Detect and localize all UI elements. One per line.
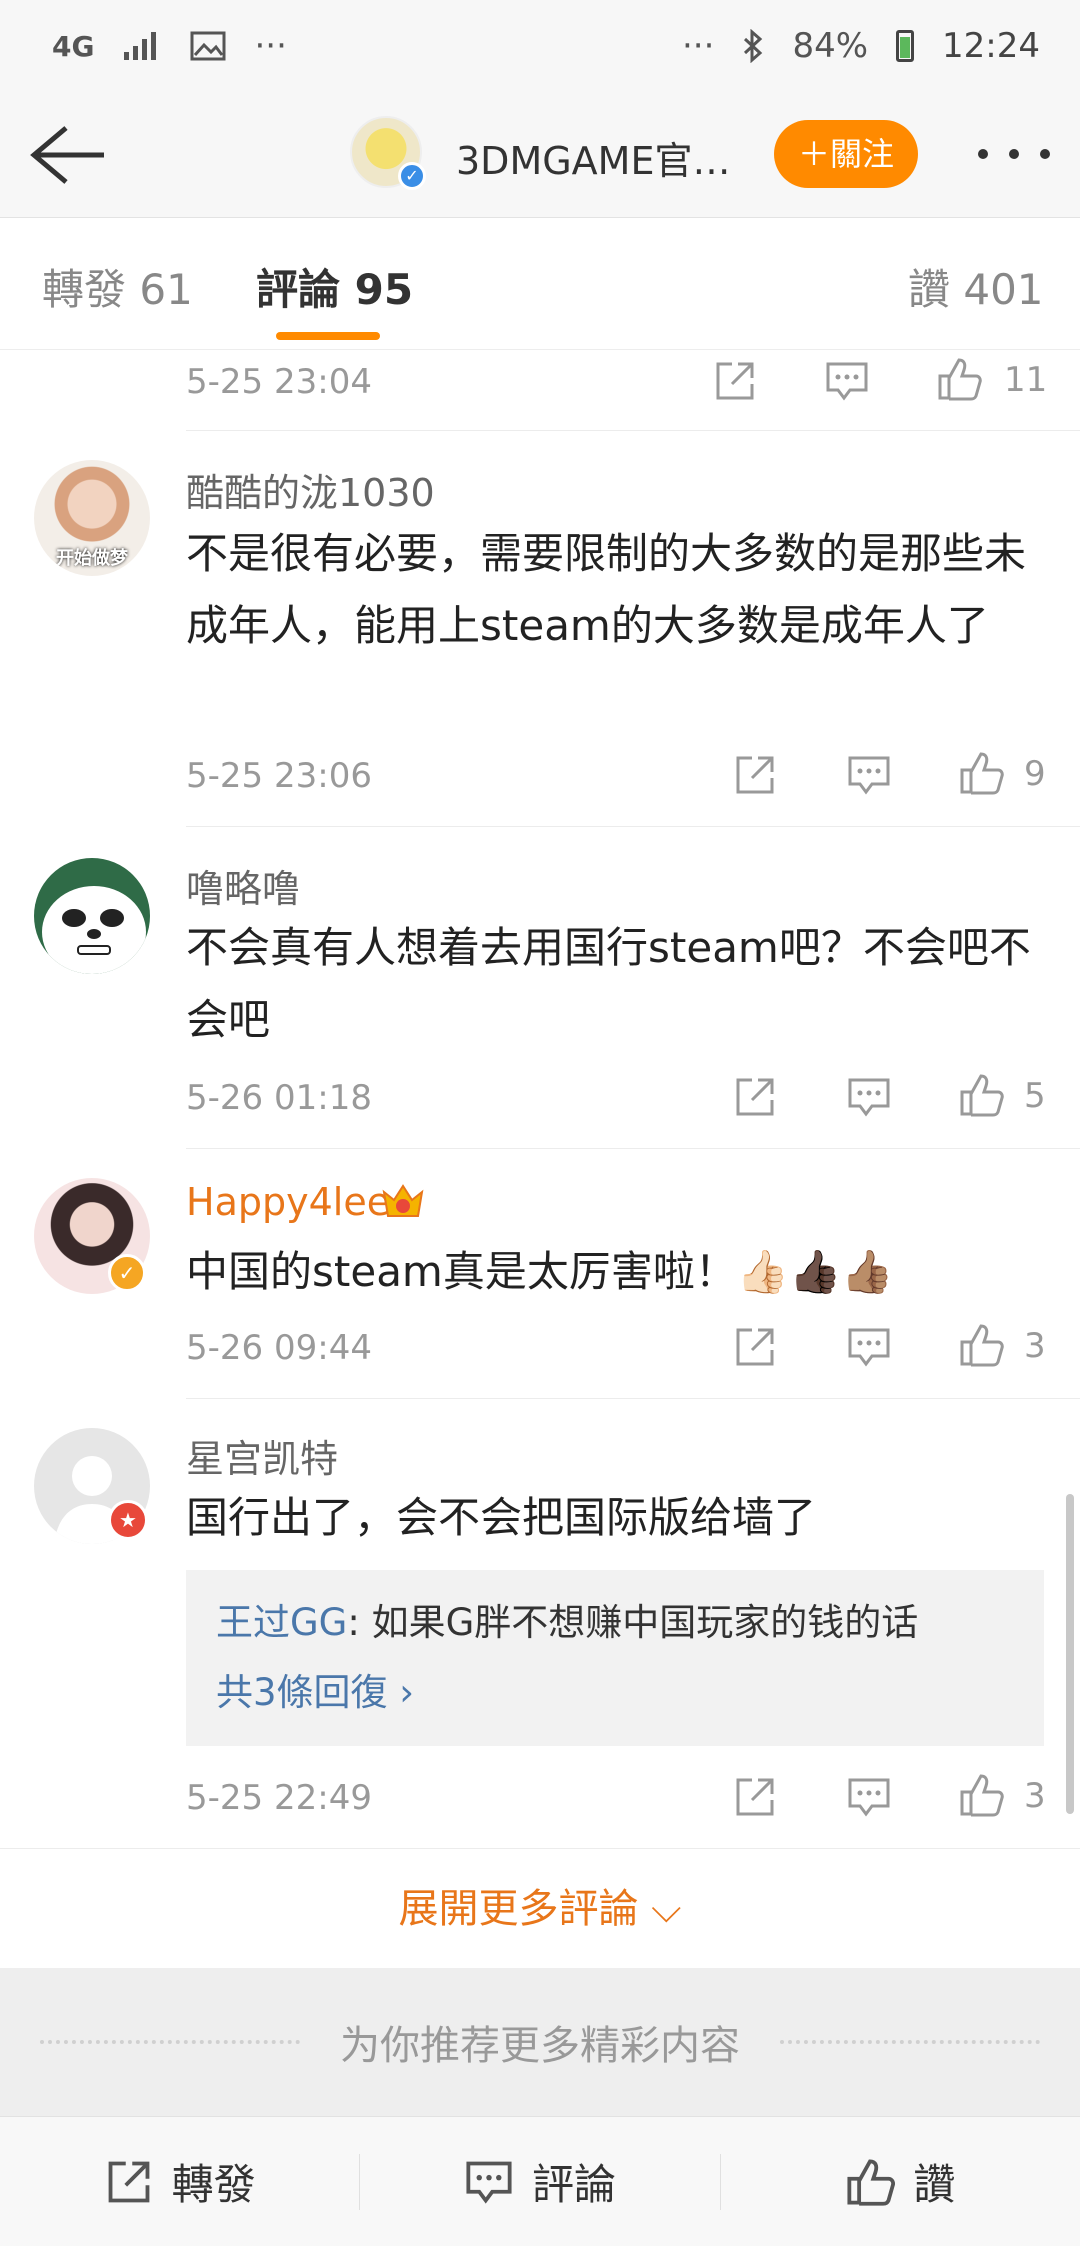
status-bar: 4G ··· ··· 84% 12:24 — [0, 0, 1080, 92]
panda-avatar-icon — [42, 886, 146, 974]
like-count: 3 — [1024, 1326, 1046, 1366]
star-badge-icon: ★ — [108, 1500, 148, 1540]
network-indicator: 4G — [52, 29, 95, 63]
bottom-like-label: 讚 — [913, 2160, 956, 2209]
comment-username[interactable]: 噜略噜 — [186, 858, 300, 913]
like-count: 3 — [1024, 1776, 1046, 1816]
bottom-action-bar: 轉發 評論 讚 — [0, 2116, 1080, 2246]
reply-preview-box[interactable]: 王过GG: 如果G胖不想赚中国玩家的钱的话 共3條回復 › — [186, 1570, 1044, 1746]
bottom-like-button[interactable]: 讚 — [721, 2151, 1080, 2212]
signal-icon — [124, 32, 157, 60]
repost-icon[interactable] — [732, 1324, 778, 1370]
bottom-comment-label: 評論 — [531, 2160, 616, 2209]
comment-meta: 5-25 22:49 — [186, 1768, 1046, 1828]
like-count: 9 — [1024, 754, 1046, 794]
recommend-divider: 为你推荐更多精彩内容 — [0, 1968, 1080, 2116]
divider — [186, 430, 1080, 431]
divider — [186, 1398, 1080, 1399]
account-title[interactable]: 3DMGAME官… — [456, 130, 730, 185]
divider — [186, 1148, 1080, 1149]
crown-badge-icon — [382, 1184, 424, 1217]
tab-comments[interactable]: 評論 95 — [256, 256, 413, 317]
clock: 12:24 — [942, 26, 1040, 66]
comment-meta: 5-26 01:18 — [186, 1068, 1046, 1128]
comment-text: 不会真有人想着去用国行steam吧？不会吧不会吧 — [186, 923, 1031, 1044]
comment-text: 不是很有必要，需要限制的大多数的是那些未成年人，能用上steam的大多数是成年人… — [186, 529, 1027, 650]
like-icon[interactable] — [958, 750, 1004, 796]
bottom-repost-label: 轉發 — [171, 2160, 256, 2209]
scrollbar[interactable] — [1066, 1494, 1074, 1814]
comment-time: 5-25 23:04 — [186, 362, 372, 402]
comment-icon — [466, 2161, 512, 2204]
avatar-caption: 开始做梦 — [56, 548, 128, 569]
reply-text: : 如果G胖不想赚中国玩家的钱的话 — [347, 1601, 919, 1644]
like-icon[interactable] — [958, 1322, 1004, 1368]
comment-meta: 5-26 09:44 — [186, 1318, 1046, 1378]
follow-button[interactable]: ＋關注 — [774, 120, 918, 188]
divider — [186, 826, 1080, 827]
bottom-repost-button[interactable]: 轉發 — [0, 2151, 359, 2212]
battery-percent: 84% — [792, 26, 869, 66]
like-icon — [847, 2158, 896, 2206]
comment-text: 中国的steam真是太厉害啦！👍🏻👍🏿👍🏽 — [186, 1247, 894, 1296]
comment-icon[interactable] — [846, 1324, 892, 1370]
like-count: 11 — [1004, 360, 1048, 400]
status-more-dots: ··· — [254, 26, 287, 66]
active-tab-indicator — [276, 332, 380, 340]
comment-icon[interactable] — [824, 358, 870, 404]
comment-username[interactable]: 酷酷的泷1030 — [186, 462, 435, 517]
view-replies-link[interactable]: 共3條回復 › — [216, 1662, 414, 1716]
bluetooth-icon — [744, 29, 763, 63]
repost-icon[interactable] — [732, 1774, 778, 1820]
comment-time: 5-26 09:44 — [186, 1328, 372, 1368]
avatar[interactable]: 开始做梦 — [34, 460, 150, 576]
repost-icon[interactable] — [732, 1074, 778, 1120]
tab-repost[interactable]: 轉發 61 — [42, 256, 193, 317]
back-arrow-icon[interactable] — [28, 120, 108, 190]
reply-line: 王过GG: 如果G胖不想赚中国玩家的钱的话 — [216, 1592, 918, 1646]
reply-username[interactable]: 王过GG — [216, 1601, 347, 1644]
more-options-icon[interactable] — [978, 136, 1050, 172]
load-more-comments-button[interactable]: 展開更多評論 ⌵ — [0, 1848, 1080, 1968]
comment-icon[interactable] — [846, 1774, 892, 1820]
comment-icon[interactable] — [846, 1074, 892, 1120]
dotted-line — [780, 2040, 1040, 2044]
comment-icon[interactable] — [846, 752, 892, 798]
dotted-line — [40, 2040, 300, 2044]
tab-likes[interactable]: 讚 401 — [908, 256, 1044, 317]
comment-time: 5-26 01:18 — [186, 1078, 372, 1118]
vip-badge-icon: ✓ — [108, 1254, 146, 1292]
comment-meta: 5-25 23:06 — [186, 746, 1046, 806]
comment-time: 5-25 22:49 — [186, 1778, 372, 1818]
status-dots: ··· — [682, 26, 715, 66]
tab-bar: 轉發 61 評論 95 讚 401 — [0, 218, 1080, 350]
recommend-text: 为你推荐更多精彩内容 — [340, 2023, 740, 2069]
comment-meta: 5-25 23:04 — [186, 352, 1046, 412]
bottom-comment-button[interactable]: 評論 — [360, 2151, 719, 2212]
battery-icon — [896, 30, 915, 62]
status-right: ··· 84% 12:24 — [682, 26, 1040, 66]
image-icon — [190, 31, 226, 61]
avatar[interactable] — [34, 858, 150, 974]
like-count: 5 — [1024, 1076, 1046, 1116]
status-left: 4G ··· — [52, 26, 287, 66]
repost-icon — [108, 2161, 150, 2202]
comment-username[interactable]: Happy4lee — [186, 1180, 390, 1224]
like-icon[interactable] — [958, 1772, 1004, 1818]
repost-icon[interactable] — [732, 752, 778, 798]
repost-icon[interactable] — [712, 358, 758, 404]
comment-text: 国行出了，会不会把国际版给墙了 — [186, 1493, 817, 1542]
top-header: ✓ 3DMGAME官… ＋關注 — [0, 92, 1080, 218]
comment-time: 5-25 23:06 — [186, 756, 372, 796]
like-icon[interactable] — [958, 1072, 1004, 1118]
like-icon[interactable] — [936, 356, 982, 402]
comment-username[interactable]: 星宫凯特 — [186, 1428, 338, 1483]
verified-badge-icon: ✓ — [398, 162, 426, 190]
